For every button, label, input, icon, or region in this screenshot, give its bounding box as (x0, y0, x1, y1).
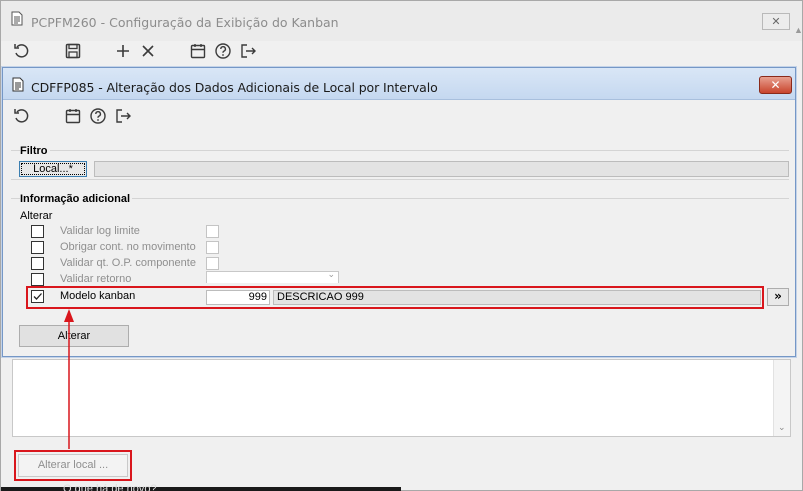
alterar-button[interactable]: Alterar (19, 325, 129, 347)
validar-log-limite-checkbox[interactable] (31, 225, 44, 238)
bottom-strip-text: O que há de novo? (63, 483, 157, 491)
dialog-document-icon (12, 77, 24, 95)
modelo-kanban-label: Modelo kanban (60, 290, 136, 302)
obrigar-cont-value[interactable] (206, 241, 219, 254)
modelo-kanban-description-field: DESCRICAO 999 (273, 290, 761, 305)
dialog-exit-icon[interactable] (114, 107, 132, 125)
validar-retorno-combo[interactable]: ⌄ (206, 270, 339, 283)
dialog-close-button[interactable]: ✕ (759, 76, 792, 94)
info-label: Informação adicional (20, 193, 133, 205)
bottom-strip: O que há de novo? (1, 483, 401, 491)
background-close-button[interactable]: ✕ (762, 13, 790, 30)
scroll-down-icon[interactable]: ⌄ (778, 423, 786, 433)
scroll-up-icon[interactable]: ▲ (794, 25, 803, 35)
local-field[interactable] (94, 161, 789, 177)
alterar-section-label: Alterar (20, 210, 53, 222)
validar-qt-op-checkbox[interactable] (31, 257, 44, 270)
delete-icon[interactable] (139, 42, 157, 60)
background-list-panel: ⌄ (12, 359, 791, 437)
modelo-kanban-lookup-button[interactable]: » (767, 288, 789, 306)
add-icon[interactable] (114, 42, 132, 60)
modelo-kanban-code-field[interactable]: 999 (206, 290, 270, 305)
chevron-down-icon: ⌄ (327, 270, 335, 280)
dialog-title: CDFFP085 - Alteração dos Dados Adicionai… (31, 80, 438, 95)
filtro-label: Filtro (20, 145, 50, 157)
dialog-toolbar (3, 101, 795, 131)
validar-retorno-label: Validar retorno (60, 273, 132, 285)
validar-log-limite-label: Validar log limite (60, 225, 140, 237)
background-titlebar: PCPFM260 - Configuração da Exibição do K… (1, 1, 802, 41)
alteracao-dialog: CDFFP085 - Alteração dos Dados Adicionai… (2, 67, 796, 357)
calendar-icon[interactable] (189, 42, 207, 60)
dialog-help-icon[interactable] (89, 107, 107, 125)
validar-qt-op-label: Validar qt. O.P. componente (60, 257, 196, 269)
validar-qt-op-value[interactable] (206, 257, 219, 270)
refresh-icon[interactable] (13, 42, 31, 60)
validar-retorno-checkbox[interactable] (31, 273, 44, 286)
background-toolbar (1, 41, 802, 63)
validar-log-limite-value[interactable] (206, 225, 219, 238)
dialog-calendar-icon[interactable] (64, 107, 82, 125)
dialog-titlebar: CDFFP085 - Alteração dos Dados Adicionai… (3, 68, 795, 100)
help-icon[interactable] (214, 42, 232, 60)
obrigar-cont-label: Obrigar cont. no movimento (60, 241, 196, 253)
modelo-kanban-checkbox[interactable] (31, 290, 44, 303)
exit-icon[interactable] (239, 42, 257, 60)
obrigar-cont-checkbox[interactable] (31, 241, 44, 254)
alterar-local-highlight (14, 450, 132, 481)
document-icon (11, 11, 23, 29)
checkmark-icon (33, 293, 42, 300)
save-icon[interactable] (64, 42, 82, 60)
background-window-title: PCPFM260 - Configuração da Exibição do K… (31, 15, 339, 30)
list-scrollbar[interactable]: ⌄ (773, 360, 790, 436)
dialog-refresh-icon[interactable] (13, 107, 31, 125)
local-button[interactable]: Local...* (19, 161, 87, 177)
